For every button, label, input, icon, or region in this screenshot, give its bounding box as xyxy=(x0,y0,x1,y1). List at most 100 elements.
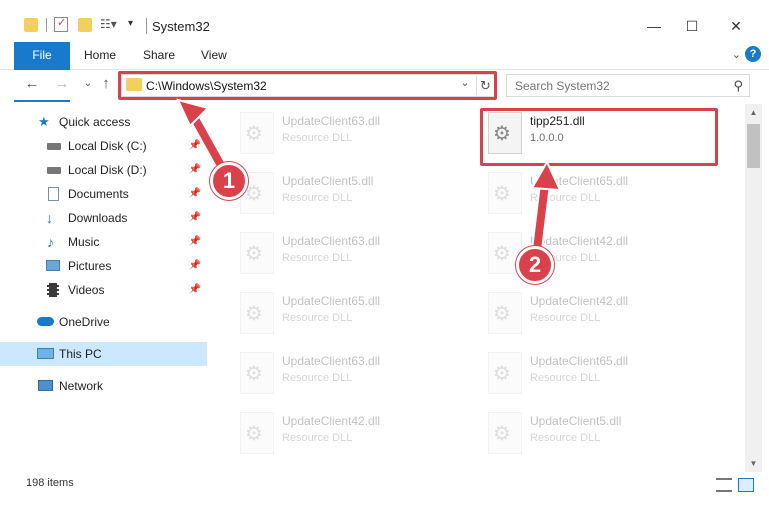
file-description: Resource DLL xyxy=(282,252,353,264)
sidebar-item-label: Local Disk (C:) xyxy=(68,139,147,153)
dll-file-icon: ⚙ xyxy=(240,112,274,154)
pin-icon[interactable]: 📌 xyxy=(189,134,201,158)
search-box[interactable]: ⚲ xyxy=(506,74,750,97)
sidebar-item-onedrive[interactable]: OneDrive xyxy=(0,310,207,334)
quick-access-dropdown-icon[interactable]: ▾ xyxy=(128,18,138,32)
file-name: UpdateClient65.dll xyxy=(282,294,381,308)
file-name: UpdateClient65.dll xyxy=(530,354,629,368)
maximize-button[interactable]: ☐ xyxy=(669,12,715,40)
sidebar-item-label: Documents xyxy=(68,187,129,201)
navigation-pane: ★ Quick access Local Disk (C:) 📌 Local D… xyxy=(0,104,210,472)
dll-file-icon: ⚙ xyxy=(240,352,274,394)
large-icons-view-icon[interactable] xyxy=(738,478,754,492)
file-item[interactable]: ⚙ UpdateClient65.dll Resource DLL xyxy=(482,166,722,226)
file-description: Resource DLL xyxy=(282,372,353,384)
file-highlight xyxy=(480,108,718,166)
step-badge-2: 2 xyxy=(516,246,554,284)
search-icon[interactable]: ⚲ xyxy=(733,78,743,94)
sidebar-item-label: Downloads xyxy=(68,211,128,225)
sidebar-item-label: Pictures xyxy=(68,259,112,273)
file-item[interactable]: ⚙ UpdateClient5.dll Resource DLL xyxy=(234,166,474,226)
status-bar: 198 items xyxy=(0,472,769,506)
sidebar-item-label: OneDrive xyxy=(59,315,110,329)
properties-icon[interactable]: ✓ xyxy=(54,17,68,32)
file-description: Resource DLL xyxy=(530,192,601,204)
sidebar-item-local-disk-c[interactable]: Local Disk (C:) 📌 xyxy=(0,134,207,158)
file-item[interactable]: ⚙ UpdateClient65.dll Resource DLL xyxy=(234,286,474,346)
sidebar-item-local-disk-d[interactable]: Local Disk (D:) 📌 xyxy=(0,158,207,182)
scroll-up-icon[interactable]: ▲ xyxy=(745,104,762,121)
drive-icon xyxy=(47,167,61,174)
sidebar-item-label: Quick access xyxy=(59,115,131,129)
file-name: UpdateClient63.dll xyxy=(282,234,381,248)
help-icon[interactable]: ? xyxy=(745,46,761,62)
file-description: Resource DLL xyxy=(530,432,601,444)
title-separator xyxy=(46,18,47,32)
sidebar-item-music[interactable]: ♪ Music 📌 xyxy=(0,230,207,254)
tab-home[interactable]: Home xyxy=(84,42,116,68)
vertical-scrollbar[interactable]: ▲ ▼ xyxy=(745,104,762,472)
sidebar-item-label: Music xyxy=(68,235,100,249)
file-name: UpdateClient65.dll xyxy=(530,174,629,188)
back-arrow-icon[interactable]: ← xyxy=(22,74,42,94)
file-item[interactable]: ⚙ UpdateClient63.dll Resource DLL xyxy=(234,106,474,166)
file-description: Resource DLL xyxy=(530,312,601,324)
file-item[interactable]: ⚙ UpdateClient65.dll Resource DLL xyxy=(482,346,722,406)
drive-icon xyxy=(47,143,61,150)
sidebar-item-label: Network xyxy=(59,379,104,393)
address-bar-highlight xyxy=(118,71,497,100)
step-badge-1: 1 xyxy=(210,162,248,200)
file-name: UpdateClient5.dll xyxy=(530,414,622,428)
sidebar-item-videos[interactable]: Videos 📌 xyxy=(0,278,207,302)
pin-icon[interactable]: 📌 xyxy=(189,158,201,182)
up-arrow-icon[interactable]: ↑ xyxy=(96,74,116,94)
file-description: Resource DLL xyxy=(282,192,353,204)
dll-file-icon: ⚙ xyxy=(488,352,522,394)
file-name: UpdateClient42.dll xyxy=(530,294,629,308)
file-name: UpdateClient63.dll xyxy=(282,354,381,368)
file-description: Resource DLL xyxy=(282,132,353,144)
documents-icon xyxy=(48,187,59,201)
search-input[interactable] xyxy=(507,75,717,96)
download-icon: ↓ xyxy=(46,210,53,226)
file-item[interactable]: ⚙ UpdateClient63.dll Resource DLL xyxy=(234,226,474,286)
sidebar-item-label: Videos xyxy=(68,283,105,297)
sidebar-item-pictures[interactable]: Pictures 📌 xyxy=(0,254,207,278)
scroll-thumb[interactable] xyxy=(747,124,760,168)
file-item[interactable]: ⚙ UpdateClient42.dll Resource DLL xyxy=(482,286,722,346)
dll-file-icon: ⚙ xyxy=(488,292,522,334)
sidebar-item-label: This PC xyxy=(59,347,102,361)
pin-icon[interactable]: 📌 xyxy=(189,254,201,278)
sidebar-item-network[interactable]: Network xyxy=(0,374,207,398)
title-divider xyxy=(146,18,147,34)
customize-quick-access-icon[interactable]: ☷▾ xyxy=(100,17,120,32)
file-item[interactable]: ⚙ UpdateClient63.dll Resource DLL xyxy=(234,346,474,406)
file-item[interactable]: ⚙ UpdateClient42.dll Resource DLL xyxy=(234,406,474,466)
ribbon: File Home Share View ⌄ ? xyxy=(0,40,769,102)
details-view-icon[interactable] xyxy=(716,478,732,492)
sidebar-item-quick-access[interactable]: ★ Quick access xyxy=(0,110,207,134)
tab-view[interactable]: View xyxy=(201,42,227,68)
pin-icon[interactable]: 📌 xyxy=(189,278,201,302)
recent-locations-icon[interactable]: ⌄ xyxy=(78,74,98,94)
forward-arrow-icon[interactable]: → xyxy=(52,74,72,94)
new-folder-icon[interactable] xyxy=(78,18,92,32)
sidebar-item-downloads[interactable]: ↓ Downloads 📌 xyxy=(0,206,207,230)
pin-icon[interactable]: 📌 xyxy=(189,182,201,206)
close-button[interactable]: ✕ xyxy=(713,12,759,40)
dll-file-icon: ⚙ xyxy=(240,232,274,274)
expand-ribbon-icon[interactable]: ⌄ xyxy=(732,48,741,61)
file-description: Resource DLL xyxy=(530,372,601,384)
tab-share[interactable]: Share xyxy=(143,42,175,68)
pin-icon[interactable]: 📌 xyxy=(189,206,201,230)
scroll-down-icon[interactable]: ▼ xyxy=(745,455,762,472)
cloud-icon xyxy=(37,317,54,326)
item-count: 198 items xyxy=(26,477,74,489)
file-name: UpdateClient63.dll xyxy=(282,114,381,128)
window-title: System32 xyxy=(152,19,210,34)
folder-icon xyxy=(24,18,38,32)
file-item[interactable]: ⚙ UpdateClient5.dll Resource DLL xyxy=(482,406,722,466)
pin-icon[interactable]: 📌 xyxy=(189,230,201,254)
sidebar-item-this-pc[interactable]: This PC xyxy=(0,342,207,366)
sidebar-item-documents[interactable]: Documents 📌 xyxy=(0,182,207,206)
